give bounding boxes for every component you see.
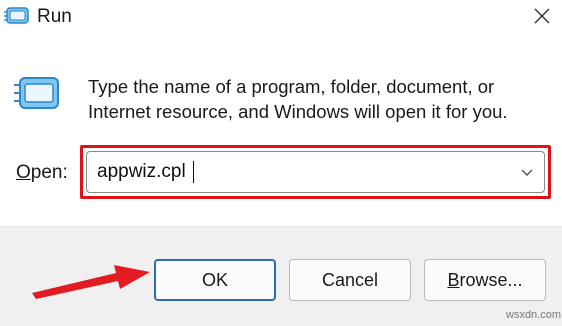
open-combobox[interactable] — [86, 151, 545, 193]
open-label: Open: — [16, 161, 68, 185]
close-icon — [534, 8, 550, 24]
open-input[interactable] — [97, 158, 507, 186]
ok-button[interactable]: OK — [154, 259, 276, 301]
cancel-button[interactable]: Cancel — [289, 259, 411, 301]
text-cursor — [193, 161, 194, 183]
run-large-icon — [14, 76, 60, 112]
browse-mnemonic: B — [447, 269, 460, 290]
chevron-down-icon — [521, 169, 533, 176]
run-icon — [4, 7, 30, 25]
open-label-mnemonic: O — [16, 162, 31, 183]
arrow-right-icon — [30, 262, 152, 302]
dropdown-button[interactable] — [515, 160, 539, 184]
dialog-description: Type the name of a program, folder, docu… — [88, 76, 508, 122]
close-button[interactable] — [522, 0, 562, 34]
watermark: wsxdn.com — [506, 309, 562, 321]
browse-label: rowse... — [459, 269, 523, 290]
run-dialog: Run Type the name of a program, folder, … — [0, 0, 562, 326]
title-bar[interactable]: Run — [0, 0, 562, 34]
open-label-text: pen: — [30, 162, 68, 183]
window-title: Run — [37, 6, 72, 27]
browse-button[interactable]: Browse... — [424, 259, 546, 301]
